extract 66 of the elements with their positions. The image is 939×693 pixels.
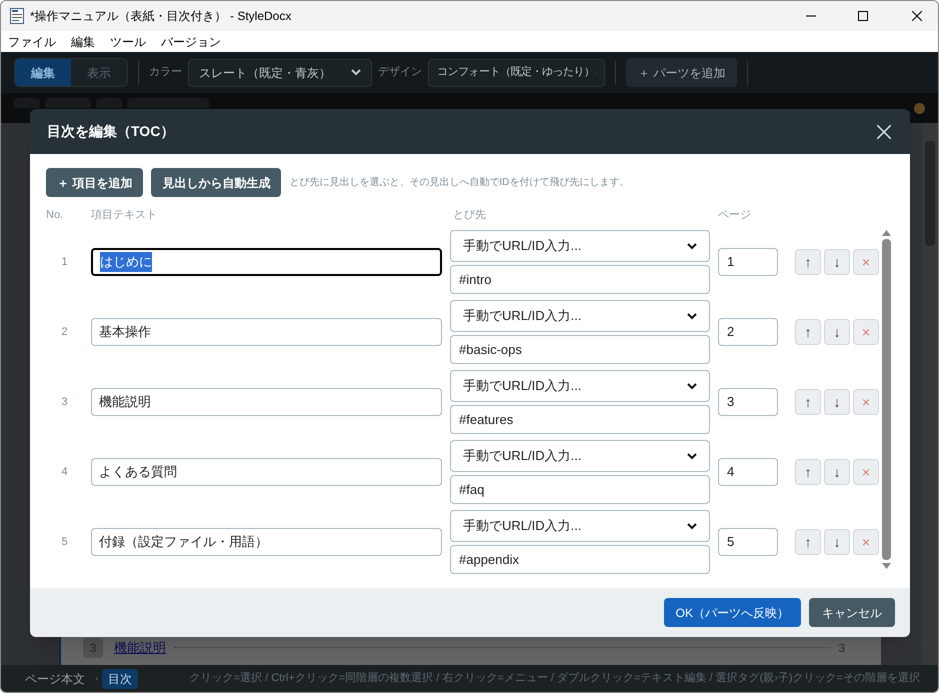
move-down-button[interactable]: ↓ — [824, 459, 850, 485]
maximize-icon[interactable] — [858, 11, 868, 21]
auto-generate-button[interactable]: 見出しから自動生成 — [151, 168, 282, 197]
move-up-button[interactable]: ↑ — [795, 529, 821, 555]
url-field[interactable]: #intro — [450, 265, 710, 294]
url-field[interactable]: #basic-ops — [450, 335, 710, 364]
row-number: 5 — [61, 536, 68, 548]
target-dropdown[interactable]: 手動でURL/ID入力... — [450, 440, 710, 472]
design-dropdown[interactable]: コンフォート（既定・ゆったり） — [428, 58, 605, 86]
window-title: *操作マニュアル（表紙・目次付き） - StyleDocx — [30, 8, 292, 25]
cancel-button[interactable]: キャンセル — [809, 598, 895, 627]
shortcut-hint: クリック=選択 / Ctrl+クリック=同階層の複数選択 / 右クリック=メニュー / ダブルクリック=テキスト編集 / 選択タグ(親›子)クリック=その階層を選択 — [190, 670, 920, 686]
page-field[interactable]: 5 — [718, 528, 778, 556]
move-down-button[interactable]: ↓ — [824, 249, 850, 275]
row-number: 4 — [61, 466, 68, 478]
target-dropdown[interactable]: 手動でURL/ID入力... — [450, 300, 710, 332]
move-up-button[interactable]: ↑ — [795, 319, 821, 345]
breadcrumb-item[interactable]: ページ本文 — [19, 668, 91, 688]
scroll-down-icon[interactable] — [882, 563, 890, 569]
move-up-button[interactable]: ↑ — [795, 249, 821, 275]
page-field[interactable]: 1 — [718, 248, 778, 276]
url-field[interactable]: #features — [450, 405, 710, 434]
row-number: 3 — [61, 396, 68, 408]
color-label: カラー — [149, 65, 182, 80]
scroll-up-icon[interactable] — [882, 230, 890, 236]
item-text-field[interactable]: 機能説明 — [91, 388, 442, 416]
move-down-button[interactable]: ↓ — [824, 319, 850, 345]
menu-item[interactable]: 編集 — [71, 32, 95, 50]
page-field[interactable]: 2 — [718, 318, 778, 346]
app-icon — [10, 8, 24, 24]
item-text-field[interactable]: よくある質問 — [91, 458, 442, 486]
move-down-button[interactable]: ↓ — [824, 529, 850, 555]
add-part-button[interactable]: ＋ パーツを追加 — [626, 58, 738, 87]
column-header: ページ — [718, 209, 751, 221]
dialog-title: 目次を編集（TOC） — [47, 122, 174, 141]
color-dropdown[interactable]: スレート（既定・青灰） — [188, 58, 372, 86]
menu-item[interactable]: ツール — [110, 32, 146, 50]
move-up-button[interactable]: ↑ — [795, 389, 821, 415]
url-field[interactable]: #faq — [450, 475, 710, 504]
move-down-button[interactable]: ↓ — [824, 389, 850, 415]
ok-button[interactable]: OK（パーツへ反映） — [664, 598, 801, 627]
scrollbar-thumb[interactable] — [882, 239, 890, 560]
target-dropdown[interactable]: 手動でURL/ID入力... — [450, 230, 710, 262]
menu-item[interactable]: バージョン — [161, 32, 221, 50]
column-header: 項目テキスト — [91, 209, 157, 221]
page-field[interactable]: 4 — [718, 458, 778, 486]
design-label: デザイン — [378, 65, 422, 80]
column-header: No. — [46, 209, 64, 221]
menu-item[interactable]: ファイル — [8, 32, 56, 50]
breadcrumb-item[interactable]: 目次 — [102, 668, 138, 688]
page-field[interactable]: 3 — [718, 388, 778, 416]
add-item-button[interactable]: ＋ 項目を追加 — [46, 168, 144, 197]
row-number: 1 — [61, 256, 68, 268]
row-number: 2 — [61, 326, 68, 338]
url-field[interactable]: #appendix — [450, 545, 710, 574]
target-dropdown[interactable]: 手動でURL/ID入力... — [450, 370, 710, 402]
target-dropdown[interactable]: 手動でURL/ID入力... — [450, 510, 710, 542]
hint-text: とび先に見出しを選ぶと、その見出しへ自動でIDを付けて飛び先にします。 — [289, 176, 630, 190]
close-icon[interactable] — [912, 11, 922, 21]
mode-tab[interactable]: 編集 — [15, 59, 71, 86]
item-text-field[interactable]: 付録（設定ファイル・用語） — [91, 528, 442, 556]
column-header: とび先 — [453, 209, 486, 221]
item-text-field[interactable]: はじめに — [91, 248, 442, 276]
breadcrumb-separator: › — [95, 672, 98, 685]
move-up-button[interactable]: ↑ — [795, 459, 821, 485]
item-text-field[interactable]: 基本操作 — [91, 318, 442, 346]
